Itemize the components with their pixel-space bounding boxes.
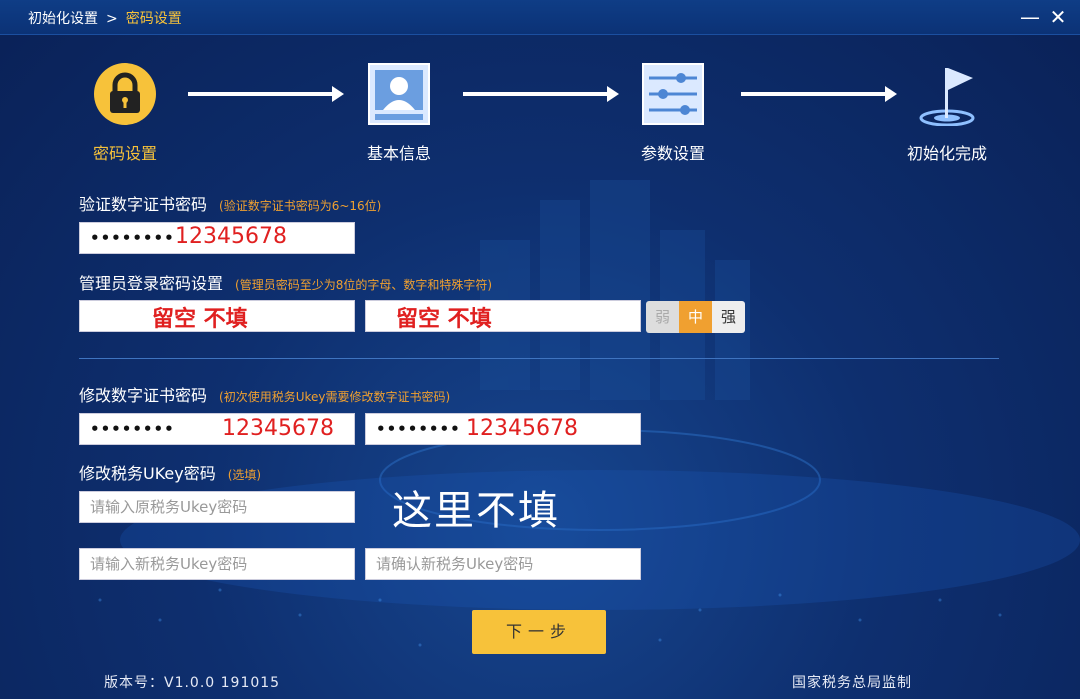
admin-login-hint: (管理员密码至少为8位的字母、数字和特殊字符) (235, 278, 493, 292)
step-label: 密码设置 (92, 144, 157, 163)
modify-ukey-title: 修改税务UKey密码 (79, 464, 216, 483)
admin-login-label: 管理员登录密码设置 (管理员密码至少为8位的字母、数字和特殊字符) (79, 270, 492, 294)
breadcrumb-separator: > (106, 11, 118, 27)
annotation: 12345678 (466, 416, 578, 441)
placeholder: 请输入原税务Ukey密码 (90, 498, 248, 516)
close-button[interactable]: ✕ (1046, 5, 1070, 29)
masked-value: •••••••• (90, 229, 175, 247)
verify-cert-label: 验证数字证书密码 (验证数字证书密码为6~16位) (79, 191, 381, 215)
confirm-ukey-password-input[interactable]: 请确认新税务Ukey密码 (365, 548, 641, 580)
supervisor-text: 国家税务总局监制 (792, 675, 912, 691)
modify-cert-title: 修改数字证书密码 (79, 386, 208, 405)
step-arrow (741, 86, 897, 102)
annotation: 留空 不填 (396, 307, 492, 332)
user-card-icon (367, 62, 431, 126)
step-arrow (463, 86, 619, 102)
modify-ukey-label: 修改税务UKey密码 (选填) (79, 460, 261, 484)
sliders-icon (641, 62, 705, 126)
placeholder: 请确认新税务Ukey密码 (376, 555, 534, 573)
step-password: 密码设置 (65, 62, 185, 164)
version-text: 版本号：V1.0.0 191015 (104, 675, 281, 691)
new-ukey-password-input[interactable]: 请输入新税务Ukey密码 (79, 548, 355, 580)
step-done: 初始化完成 (887, 62, 1007, 164)
step-label: 基本信息 (366, 144, 431, 163)
verify-cert-title: 验证数字证书密码 (79, 195, 208, 214)
breadcrumb-current: 密码设置 (125, 11, 182, 27)
password-strength-meter: 弱 中 强 (646, 301, 745, 333)
modify-ukey-hint: (选填) (227, 468, 262, 482)
admin-login-title: 管理员登录密码设置 (79, 274, 224, 293)
old-ukey-password-input[interactable]: 请输入原税务Ukey密码 (79, 491, 355, 523)
annotation: 12345678 (222, 416, 334, 441)
step-arrow (188, 86, 344, 102)
breadcrumb: 初始化设置 > 密码设置 (28, 8, 182, 28)
step-label: 初始化完成 (906, 144, 987, 163)
step-params: 参数设置 (613, 62, 733, 164)
step-label: 参数设置 (640, 144, 705, 163)
strength-weak: 弱 (646, 301, 679, 333)
verify-cert-hint: (验证数字证书密码为6~16位) (219, 199, 382, 213)
placeholder: 请输入新税务Ukey密码 (90, 555, 248, 573)
annotation: 12345678 (175, 224, 287, 249)
masked-value: •••••••• (376, 420, 461, 438)
next-step-button[interactable]: 下一步 (472, 610, 606, 654)
section-divider (79, 358, 999, 359)
breadcrumb-root[interactable]: 初始化设置 (28, 11, 98, 27)
masked-value: •••••••• (90, 420, 175, 438)
modify-cert-label: 修改数字证书密码 (初次使用税务Ukey需要修改数字证书密码) (79, 382, 450, 406)
title-bar: 初始化设置 > 密码设置 — ✕ (0, 0, 1080, 35)
strength-medium: 中 (679, 301, 712, 333)
flag-icon (915, 62, 979, 127)
annotation: 这里不填 (392, 488, 560, 534)
modify-cert-hint: (初次使用税务Ukey需要修改数字证书密码) (219, 390, 451, 404)
strength-strong: 强 (712, 301, 745, 333)
minimize-button[interactable]: — (1018, 5, 1042, 29)
annotation: 留空 不填 (152, 307, 248, 332)
step-basic-info: 基本信息 (339, 62, 459, 164)
lock-icon (93, 62, 157, 126)
